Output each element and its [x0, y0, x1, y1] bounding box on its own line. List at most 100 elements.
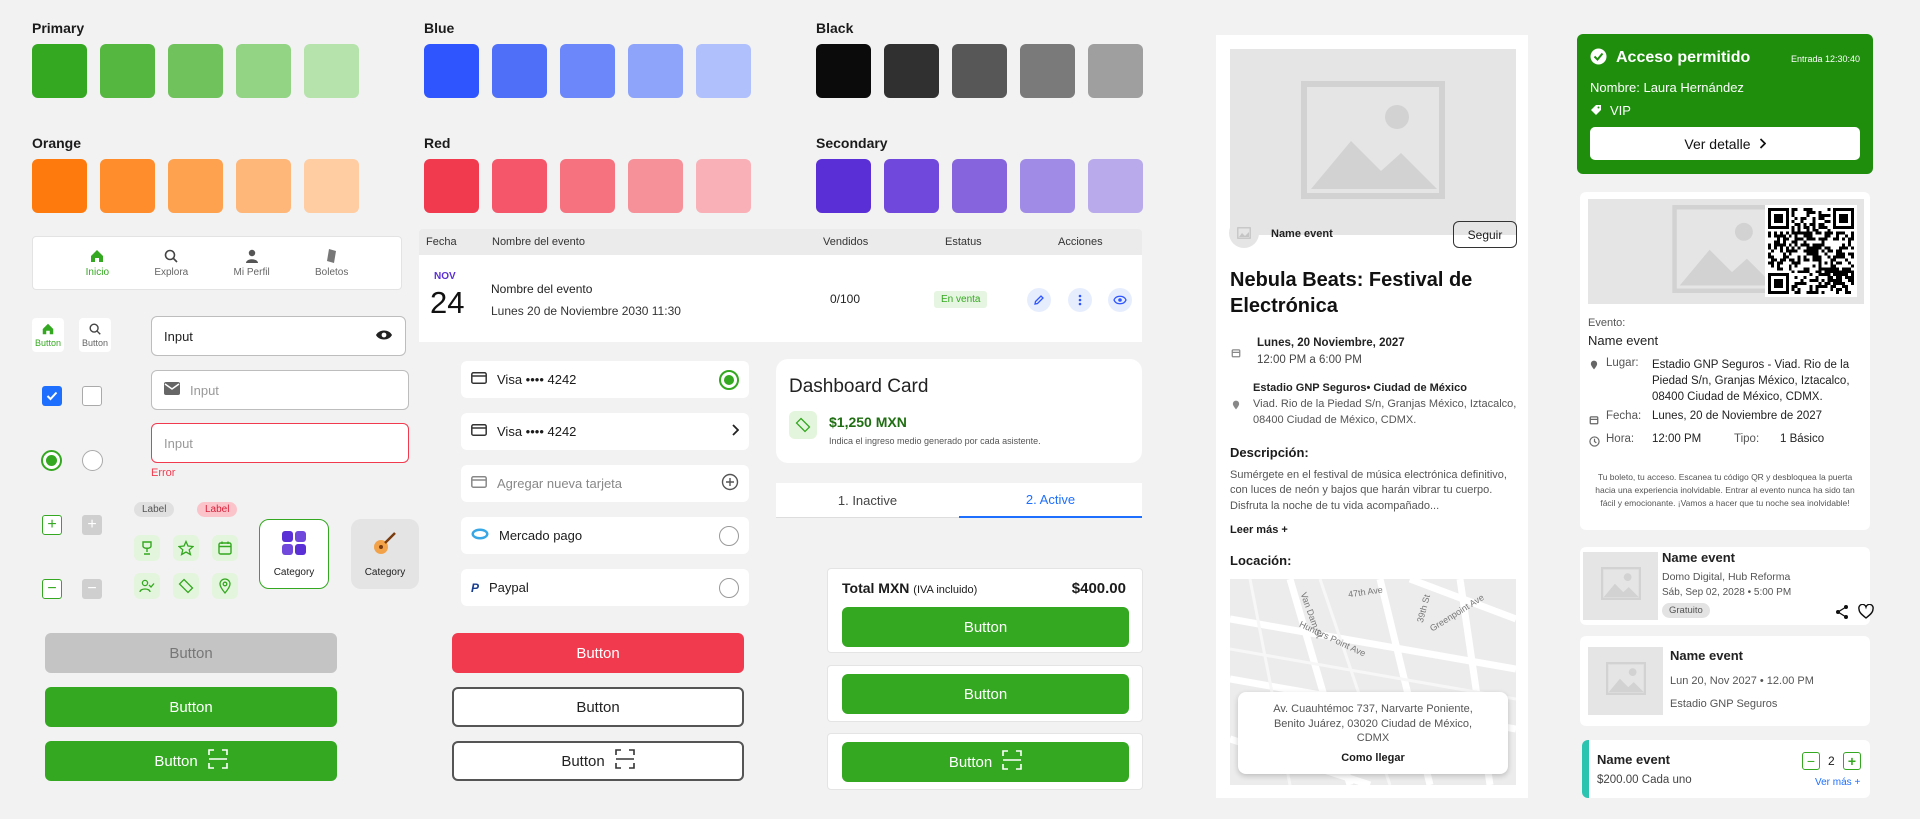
see-more-link[interactable]: Ver más +	[1815, 777, 1860, 788]
mini-search-button[interactable]: Button	[79, 318, 111, 352]
orange-swatch-4	[236, 159, 291, 213]
directions-link[interactable]: Como llegar	[1341, 752, 1405, 764]
button-disabled[interactable]: Button	[45, 633, 337, 673]
guitar-icon	[372, 530, 398, 561]
total-label: Total MXN (IVA incluido)	[842, 580, 977, 596]
palette-label: Secondary	[816, 135, 888, 151]
dashboard-caption: Indica el ingreso medio generado por cad…	[829, 436, 1041, 446]
map-info-box: Av. Cuauhtémoc 737, Narvarte Poniente, B…	[1238, 692, 1508, 774]
nav-item-explora[interactable]: Explora	[154, 248, 188, 278]
button-red[interactable]: Button	[452, 633, 744, 673]
plus-button[interactable]: +	[42, 515, 62, 535]
palette-secondary: Secondary	[816, 135, 1143, 213]
add-circle-icon[interactable]	[721, 473, 739, 494]
nav-item-boletos[interactable]: Boletos	[315, 248, 348, 278]
category-card-active[interactable]: Category	[259, 519, 329, 589]
button-scan[interactable]: Button	[842, 742, 1129, 782]
event-list-card[interactable]: Name event Lun 20, Nov 2027 • 12.00 PM E…	[1580, 636, 1870, 726]
red-swatch-5	[696, 159, 751, 213]
more-icon[interactable]	[1068, 288, 1092, 312]
event-label: Evento:	[1588, 317, 1626, 329]
edit-icon[interactable]	[1027, 288, 1051, 312]
star-icon[interactable]	[173, 535, 199, 561]
radio-selected[interactable]	[719, 369, 739, 390]
status-badge: En venta	[934, 291, 988, 308]
palette-label: Black	[816, 20, 854, 36]
image-icon	[1301, 80, 1445, 204]
tab-active[interactable]: 2. Active	[959, 483, 1142, 518]
minus-button-disabled[interactable]: −	[82, 579, 102, 599]
access-card: Acceso permitido Entrada 12:30:40 Nombre…	[1577, 34, 1873, 174]
map[interactable]: 47th Ave Van Dam St Hunters Point Ave Gr…	[1230, 579, 1516, 785]
scan-icon	[1002, 750, 1022, 774]
read-more-link[interactable]: Leer más +	[1230, 524, 1288, 536]
nav-item-inicio[interactable]: Inicio	[86, 248, 109, 278]
view-detail-button[interactable]: Ver detalle	[1590, 127, 1860, 160]
table-row[interactable]: NOV 24 Nombre del evento Lunes 20 de Nov…	[419, 255, 1142, 342]
nav-label: Boletos	[314, 267, 349, 278]
minus-button[interactable]: −	[42, 579, 62, 599]
palette-primary: Primary	[32, 20, 359, 98]
increase-button[interactable]: +	[1843, 752, 1861, 770]
button-scan[interactable]: Button	[45, 741, 337, 781]
eye-icon[interactable]	[375, 329, 393, 344]
checkout-button[interactable]: Button	[842, 607, 1129, 647]
checkbox-checked[interactable]	[42, 386, 62, 406]
trophy-icon[interactable]	[134, 535, 160, 561]
mini-button-label: Button	[34, 338, 62, 348]
primary-swatch-5	[304, 44, 359, 98]
button-outline[interactable]: Button	[452, 687, 744, 727]
red-swatch-4	[628, 159, 683, 213]
payment-add-card[interactable]: Agregar nueva tarjeta	[461, 465, 749, 502]
nav-item-perfil[interactable]: Mi Perfil	[234, 248, 270, 278]
follow-button[interactable]: Seguir	[1453, 221, 1517, 248]
search-icon	[88, 322, 102, 338]
user-check-icon[interactable]	[134, 573, 160, 599]
calendar-icon[interactable]	[212, 535, 238, 561]
column-header: Fecha	[426, 236, 457, 248]
payment-label: Visa •••• 4242	[497, 372, 577, 387]
payment-visa-selected[interactable]: Visa •••• 4242	[461, 361, 749, 398]
scan-icon	[614, 749, 635, 773]
event-list-card[interactable]: Name event Domo Digital, Hub Reforma Sáb…	[1580, 547, 1874, 625]
radio-unselected[interactable]	[719, 525, 739, 546]
heart-icon[interactable]	[1858, 603, 1874, 624]
radio-unselected[interactable]	[719, 577, 739, 598]
button-primary[interactable]: Button	[45, 687, 337, 727]
category-card[interactable]: Category	[351, 519, 419, 589]
mini-home-button[interactable]: Button	[32, 318, 64, 352]
chevron-right-icon[interactable]	[731, 424, 740, 439]
clock-icon	[1589, 434, 1600, 452]
entry-time: Entrada 12:30:40	[1790, 54, 1860, 64]
button-primary[interactable]: Button	[842, 674, 1129, 714]
payment-mercadopago[interactable]: Mercado pago	[461, 517, 749, 554]
tab-inactive[interactable]: 1. Inactive	[776, 483, 959, 518]
location-pin-icon	[1231, 398, 1241, 416]
view-icon[interactable]	[1108, 288, 1132, 312]
input-error[interactable]: Input	[151, 423, 409, 463]
radio-unselected[interactable]	[82, 450, 103, 471]
input-email[interactable]: Input	[151, 370, 409, 410]
input-with-eye[interactable]: Input	[151, 316, 406, 356]
organizer-name: Name event	[1271, 228, 1333, 240]
share-icon[interactable]	[1834, 604, 1850, 625]
tag-label-gray: Label	[134, 502, 175, 517]
card-icon	[471, 424, 487, 439]
type-label: Tipo:	[1734, 433, 1760, 445]
checkbox-unchecked[interactable]	[82, 386, 102, 406]
location-pin-icon	[1589, 358, 1599, 376]
event-date: Lun 20, Nov 2027 • 12.00 PM	[1670, 675, 1814, 687]
description-text: Sumérgete en el festival de música elect…	[1230, 469, 1507, 512]
location-pin-icon[interactable]	[212, 573, 238, 599]
button-outline-scan[interactable]: Button	[452, 741, 744, 781]
ticket-icon	[324, 248, 340, 267]
button-label: Button	[154, 752, 198, 770]
radio-selected[interactable]	[41, 450, 62, 471]
payment-visa[interactable]: Visa •••• 4242	[461, 413, 749, 450]
plus-button-disabled[interactable]: +	[82, 515, 102, 535]
button-label: Button	[948, 753, 993, 771]
decrease-button[interactable]: −	[1802, 752, 1820, 770]
payment-paypal[interactable]: P Paypal	[461, 569, 749, 606]
mercadopago-icon	[471, 528, 489, 543]
ticket-icon[interactable]	[173, 573, 199, 599]
